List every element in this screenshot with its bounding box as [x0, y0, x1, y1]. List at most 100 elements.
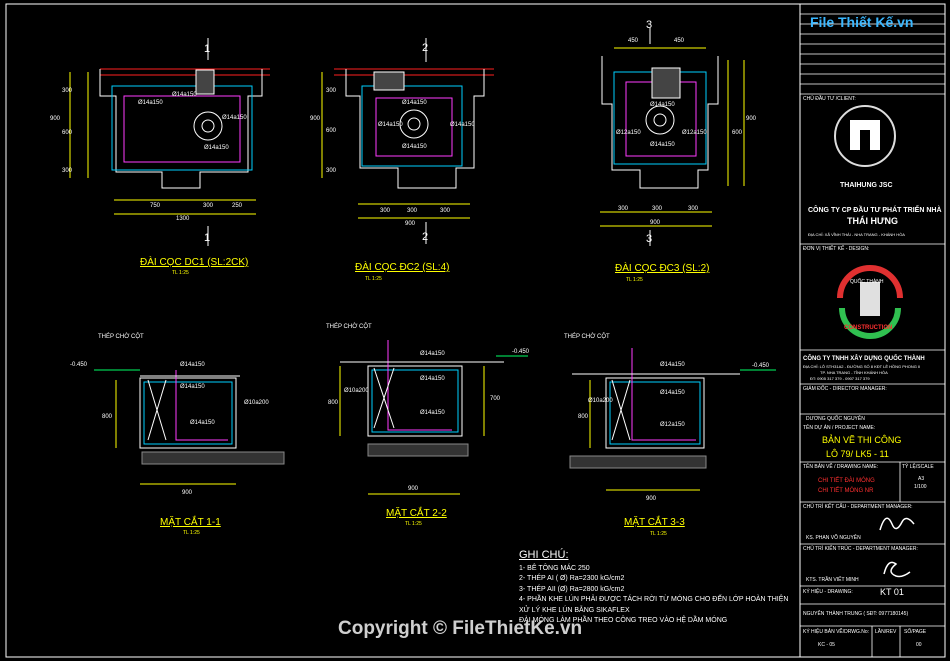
drawing-name-label: TÊN BẢN VẼ / DRAWING NAME:: [803, 464, 879, 470]
scale-value: 1/100: [914, 484, 927, 490]
section-mark-2-bottom: 2: [422, 231, 429, 243]
director-label: GIÁM ĐỐC - DIRECTOR MANAGER:: [803, 386, 887, 392]
section2-rebar-b: Ø14a150: [420, 376, 445, 382]
client-company-line2: THÁI HƯNG: [847, 216, 898, 226]
project-label: TÊN DỰ ÁN / PROJECT NAME:: [803, 425, 876, 431]
plan1-dim-c: 250: [232, 203, 243, 209]
plan3-dim-c: 300: [618, 206, 629, 212]
plan3-dim-v2: 900: [746, 116, 757, 122]
section1-dim-h: 800: [102, 414, 113, 420]
drawing-no-label: KÝ HIỆU - DRAWING:: [803, 589, 853, 595]
section2-dim-h: 800: [328, 400, 339, 406]
plan1-rebar-b: Ø14a150: [172, 92, 197, 98]
section2-rebar-d: Ø14a150: [420, 410, 445, 416]
project-name-line1: BẢN VẼ THI CÔNG: [822, 435, 902, 445]
section-title-1-1: MẶT CẮT 1-1: [160, 517, 221, 528]
drawing-no: KT 01: [880, 587, 904, 597]
plan2-dim-v2: 600: [326, 128, 337, 134]
section3-dim-h: 800: [578, 414, 589, 420]
section1-steel-label: THÉP CHỜ CỘT: [98, 334, 144, 340]
plan3-dim-v1: 600: [732, 130, 743, 136]
notes-heading: GHI CHÚ:: [519, 549, 569, 561]
arch-signature: [883, 561, 911, 578]
plan3-rebar-c: Ø12a150: [682, 130, 707, 136]
plan3-dim-b: 450: [674, 38, 685, 44]
plan2-rebar-a: Ø14a150: [402, 100, 427, 106]
section-scale-3-3: TL 1:25: [650, 531, 667, 537]
section2-rebar-a: Ø14a150: [420, 351, 445, 357]
section-3-3: [569, 348, 776, 491]
section1-rebar-b: Ø14a150: [180, 384, 205, 390]
arch-manager-name: KTS. TRẦN VIẾT MINH: [806, 577, 859, 583]
section-title-3-3: MẶT CẮT 3-3: [624, 517, 685, 528]
plan-title-dc2: ĐÀI CỌC ĐC2 (SL:4): [355, 262, 450, 273]
cad-canvas[interactable]: File Thiết Kế.vn ĐÀI CỌC DC1 (SL:2CK) TL…: [0, 0, 950, 661]
plan3-rebar-d: Ø14a150: [650, 142, 675, 148]
plan-dc1: [69, 38, 270, 246]
plan1-rebar-d: Ø14a150: [204, 145, 229, 151]
plan3-dim-a: 450: [628, 38, 639, 44]
section1-rebar-a: Ø14a150: [180, 362, 205, 368]
plan-scale-dc2: TL 1:25: [365, 276, 382, 282]
thaihung-logo: [834, 105, 896, 167]
client-label: CHỦ ĐẦU TƯ /CLIENT:: [803, 96, 856, 102]
sheet-label: SỐ/PAGE: [904, 629, 927, 635]
design-phone: ĐT: 0905 317 379 - 0907 317 379: [810, 376, 870, 381]
plan3-rebar-a: Ø14a150: [650, 102, 675, 108]
plan1-dim-a: 750: [150, 203, 161, 209]
arch-manager-label: CHỦ TRÌ KIẾN TRÚC - DEPARTMENT MANAGER:: [803, 546, 918, 552]
plan2-dim-v4: 300: [326, 168, 337, 174]
plan2-rebar-d: Ø14a150: [402, 144, 427, 150]
note-line: 1- BÊ TÔNG MÁC 250: [519, 564, 590, 572]
section2-steel-label: THÉP CHỜ CỘT: [326, 324, 372, 330]
section3-dim-w: 900: [646, 496, 657, 502]
general-notes: GHI CHÚ: 1- BÊ TÔNG MÁC 250 2- THÉP AI (…: [519, 550, 788, 627]
director-name: DƯƠNG QUỐC NGUYÊN: [806, 416, 865, 422]
client-company-line1: CÔNG TY CP ĐẦU TƯ PHÁT TRIỂN NHÀ: [808, 207, 942, 214]
plan3-rebar-b: Ø12a150: [616, 130, 641, 136]
client-logo-text: THAIHUNG JSC: [840, 182, 893, 189]
plan1-dim-total: 1300: [176, 216, 190, 222]
plan1-rebar-a: Ø14a150: [138, 100, 163, 106]
section3-rebar-b: Ø14a150: [660, 390, 685, 396]
section-mark-1-bottom: 1: [204, 232, 211, 244]
plan2-dim-c: 300: [440, 208, 451, 214]
design-address1: ĐỊA CHỈ: LÔ STH31A2 - ĐƯỜNG SỐ 8 KĐT LÊ …: [803, 364, 921, 369]
plan2-dim-b: 300: [407, 208, 418, 214]
section1-rebar-c: Ø14a150: [190, 420, 215, 426]
plan2-dim-v1: 300: [326, 88, 337, 94]
section1-level: -0.450: [70, 362, 88, 368]
section-mark-2-top: 2: [422, 42, 429, 54]
drawing-code-label: KÝ HIỆU BẢN VẼ/DRWG.No:: [803, 629, 870, 635]
revision-label: LẦN/REV: [875, 629, 897, 635]
plan1-dim-v3: 900: [50, 116, 61, 122]
drawing-name-line1: CHI TIẾT ĐÀI MÓNG: [818, 478, 875, 484]
section2-rebar-c: Ø10a200: [344, 388, 369, 394]
plan-dc3: [600, 28, 745, 246]
drawing-code: KC - 05: [818, 642, 835, 648]
plan1-dim-v1: 300: [62, 88, 73, 94]
plan1-rebar-c: Ø14a150: [222, 115, 247, 121]
note-line: 4- PHẦN KHE LÚN PHẢI ĐƯỢC TÁCH RỜI TỪ MÓ…: [519, 596, 789, 603]
plan-scale-dc3: TL 1:25: [626, 277, 643, 283]
plan1-dim-v2: 600: [62, 130, 73, 136]
copyright-watermark: Copyright © FileThietKe.vn: [338, 618, 583, 639]
section-scale-2-2: TL 1:25: [405, 521, 422, 527]
section3-rebar-d: Ø10a200: [588, 398, 613, 404]
plan2-dim-total: 900: [405, 221, 416, 227]
design-address2: TP. NHA TRANG - TỈNH KHÁNH HÒA: [820, 370, 888, 375]
client-address: ĐỊA CHỈ: XÃ VĨNH THÁI - NHA TRANG - KHÁN…: [808, 232, 905, 237]
plan1-dim-b: 300: [203, 203, 214, 209]
site-logo[interactable]: File Thiết Kế.vn: [810, 14, 913, 30]
plan2-dim-v3: 900: [310, 116, 321, 122]
sheet-number: 00: [916, 642, 922, 648]
design-logo-top: QUỐC THÀNH: [850, 279, 884, 285]
section-mark-3-bottom: 3: [646, 233, 653, 245]
scale-label: TỶ LỆ/SCALE: [902, 464, 934, 470]
plan-title-dc1: ĐÀI CỌC DC1 (SL:2CK): [140, 257, 249, 268]
section-mark-3-top: 3: [646, 19, 653, 31]
section3-rebar-c: Ø12a150: [660, 422, 685, 428]
plan2-rebar-b: Ø14a150: [378, 122, 403, 128]
section3-level: -0.450: [752, 363, 770, 369]
section3-rebar-a: Ø14a150: [660, 362, 685, 368]
